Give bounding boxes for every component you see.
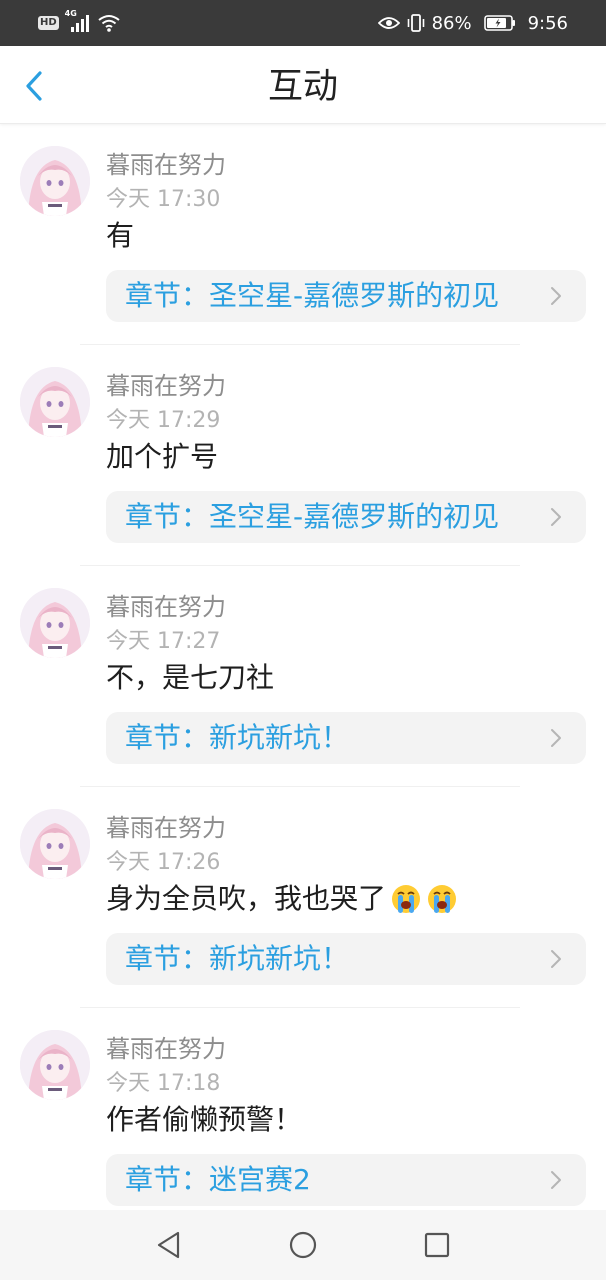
avatar[interactable] [20, 588, 90, 658]
recents-square-icon[interactable] [422, 1230, 452, 1260]
comment-text: 加个扩号 [106, 439, 218, 475]
username: 暮雨在努力 [106, 372, 226, 400]
back-triangle-icon[interactable] [154, 1230, 184, 1260]
list-item: 暮雨在努力 今天 17:26 身为全员吹，我也哭了 章节：新坑新坑！ [0, 787, 606, 1008]
wifi-icon [97, 13, 121, 33]
username: 暮雨在努力 [106, 1035, 226, 1063]
chapter-link[interactable]: 章节：新坑新坑！ [106, 933, 586, 985]
avatar[interactable] [20, 146, 90, 216]
clock: 9:56 [527, 12, 568, 34]
chapter-link[interactable]: 章节：圣空星-嘉德罗斯的初见 [106, 270, 586, 322]
battery-percent: 86% [431, 12, 472, 34]
chapter-link[interactable]: 章节：迷宫赛2 [106, 1154, 586, 1206]
timestamp: 今天 17:26 [106, 850, 221, 875]
eye-icon [377, 15, 400, 31]
system-nav-bar [0, 1210, 606, 1280]
status-left: HD 4G [38, 9, 121, 34]
chapter-link[interactable]: 章节：新坑新坑！ [106, 712, 586, 764]
chapter-label: 章节：圣空星-嘉德罗斯的初见 [125, 279, 500, 312]
chapter-label: 章节：圣空星-嘉德罗斯的初见 [125, 500, 500, 533]
timestamp: 今天 17:18 [106, 1071, 221, 1096]
comment-text: 身为全员吹，我也哭了 [106, 881, 458, 917]
comment-list: 暮雨在努力 今天 17:30 有 章节：圣空星-嘉德罗斯的初见 暮雨在努力 今天… [0, 124, 606, 1229]
vibrate-icon [406, 13, 426, 33]
chevron-right-icon [551, 950, 561, 968]
list-item: 暮雨在努力 今天 17:27 不，是七刀社 章节：新坑新坑！ [0, 566, 606, 787]
header: 互动 [0, 46, 606, 124]
page-title: 互动 [267, 67, 338, 107]
status-right: 86% 9:56 [377, 10, 568, 36]
comment-text-content: 身为全员吹，我也哭了 [106, 882, 387, 915]
loudly-crying-face-emoji [392, 885, 421, 913]
chapter-link[interactable]: 章节：圣空星-嘉德罗斯的初见 [106, 491, 586, 543]
list-item: 暮雨在努力 今天 17:29 加个扩号 章节：圣空星-嘉德罗斯的初见 [0, 345, 606, 566]
comment-text-content: 不，是七刀社 [106, 661, 275, 694]
timestamp: 今天 17:27 [106, 629, 221, 654]
username: 暮雨在努力 [106, 593, 226, 621]
hd-icon: HD [38, 16, 59, 30]
avatar[interactable] [20, 809, 90, 879]
timestamp: 今天 17:30 [106, 187, 221, 212]
avatar[interactable] [20, 1030, 90, 1100]
comment-text: 作者偷懒预警！ [106, 1102, 302, 1138]
comment-text-content: 加个扩号 [106, 440, 219, 473]
chevron-right-icon [551, 287, 561, 305]
comment-text-content: 作者偷懒预警！ [106, 1103, 303, 1136]
username: 暮雨在努力 [106, 814, 226, 842]
comment-text: 不，是七刀社 [106, 660, 274, 696]
loudly-crying-face-emoji [428, 885, 457, 913]
chevron-right-icon [551, 1171, 561, 1189]
comment-text: 有 [106, 218, 134, 254]
list-item: 暮雨在努力 今天 17:30 有 章节：圣空星-嘉德罗斯的初见 [0, 124, 606, 345]
avatar[interactable] [20, 367, 90, 437]
chevron-right-icon [551, 508, 561, 526]
username: 暮雨在努力 [106, 151, 226, 179]
chapter-label: 章节：迷宫赛2 [125, 1163, 311, 1196]
list-item: 暮雨在努力 今天 17:18 作者偷懒预警！ 章节：迷宫赛2 [0, 1008, 606, 1229]
timestamp: 今天 17:29 [106, 408, 221, 433]
home-circle-icon[interactable] [288, 1230, 318, 1260]
comment-text-content: 有 [106, 219, 135, 252]
signal-icon: 4G [65, 9, 91, 33]
chapter-label: 章节：新坑新坑！ [125, 721, 350, 754]
battery-icon [483, 15, 516, 31]
chapter-label: 章节：新坑新坑！ [125, 942, 350, 975]
chevron-right-icon [551, 729, 561, 747]
status-bar: HD 4G 86% 9:56 [0, 0, 606, 46]
